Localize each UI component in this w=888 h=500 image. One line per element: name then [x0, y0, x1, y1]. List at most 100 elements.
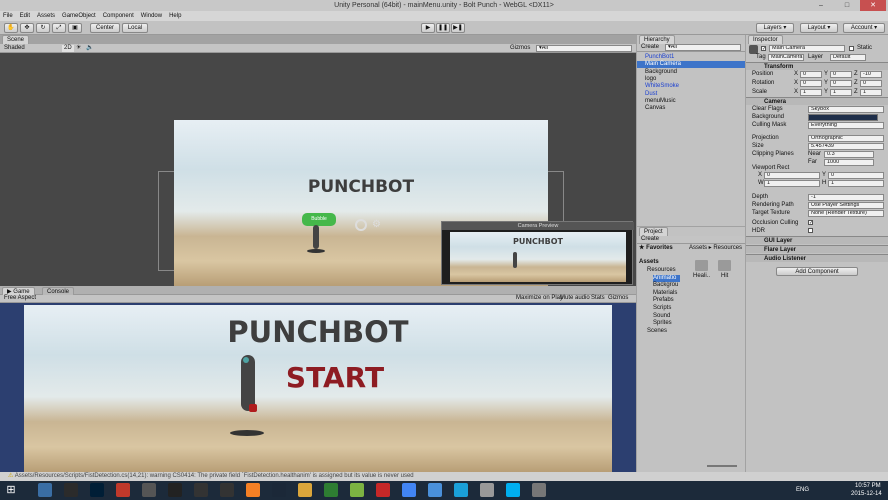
account-dropdown[interactable]: Account ▾ — [843, 23, 885, 33]
viewport-x-field[interactable]: 0 — [764, 172, 820, 179]
scene-search-input[interactable]: ▾All — [536, 45, 632, 52]
project-tree-folder[interactable]: Resources — [647, 267, 676, 274]
taskbar-app-icon[interactable] — [90, 483, 104, 497]
taskbar-app-icon[interactable] — [272, 483, 286, 497]
layout-dropdown[interactable]: Layout ▾ — [800, 23, 838, 33]
object-active-checkbox[interactable]: ✓ — [761, 46, 766, 52]
menu-file[interactable]: File — [3, 13, 13, 19]
taskbar-app-icon[interactable] — [350, 483, 364, 497]
occlusion-culling-checkbox[interactable]: ✓ — [808, 220, 813, 226]
scene-gizmos-dropdown[interactable]: Gizmos — [510, 45, 530, 52]
clock-time[interactable]: 10:57 PM — [855, 483, 881, 490]
folder-icon[interactable] — [695, 260, 708, 271]
hierarchy-item[interactable]: Main Camera — [637, 61, 745, 69]
menu-assets[interactable]: Assets — [37, 13, 55, 19]
maximize-on-play-toggle[interactable]: Maximize on Play — [516, 295, 563, 302]
tab-hierarchy[interactable]: Hierarchy — [639, 35, 675, 44]
project-create-dropdown[interactable]: Create — [641, 236, 659, 243]
object-name-field[interactable]: Main Camera — [769, 45, 845, 52]
clock-date[interactable]: 2015-12-14 — [851, 491, 882, 498]
add-component-button[interactable]: Add Component — [776, 267, 858, 276]
game-view[interactable]: PUNCHBOT START — [0, 303, 636, 472]
project-tree-folder[interactable]: Scenes — [647, 328, 667, 335]
transform-scl-x-field[interactable]: 1 — [800, 89, 822, 96]
camera-component-header[interactable]: Camera — [746, 97, 888, 105]
transform-header[interactable]: Transform — [746, 62, 888, 70]
taskbar-app-icon[interactable] — [38, 483, 52, 497]
camera-target-texture-field[interactable]: None (Render Texture) — [808, 210, 884, 217]
background-color-swatch[interactable] — [808, 114, 878, 121]
play-button[interactable]: ▶ — [421, 23, 435, 33]
hierarchy-item[interactable]: Dust — [637, 91, 745, 98]
language-indicator[interactable]: ENG — [796, 487, 809, 494]
transform-scl-z-field[interactable]: 1 — [860, 89, 882, 96]
windows-start-icon[interactable]: ⊞ — [4, 483, 18, 497]
maximize-button[interactable]: □ — [834, 0, 860, 11]
hierarchy-create-dropdown[interactable]: Create — [641, 44, 659, 51]
project-tree-folder[interactable]: Prefabs — [653, 297, 674, 304]
rect-tool-icon[interactable]: ▣ — [68, 23, 82, 33]
scene-light-icon[interactable]: ☀ — [76, 45, 81, 52]
project-tree-folder[interactable]: Sound — [653, 313, 670, 320]
taskbar-app-icon[interactable] — [376, 483, 390, 497]
transform-rot-y-field[interactable]: 0 — [830, 80, 852, 87]
scene-view[interactable]: PUNCHBOT Bubble ⚙ Camera Preview PUNCHBO… — [0, 53, 636, 286]
menu-window[interactable]: Window — [141, 13, 162, 19]
hierarchy-item[interactable]: logo — [637, 76, 745, 83]
camera-culling-mask-field[interactable]: Everything — [808, 122, 884, 129]
mute-audio-toggle[interactable]: Mute audio — [560, 295, 590, 302]
project-tree-folder[interactable]: Animatio — [653, 274, 681, 282]
pause-button[interactable]: ❚❚ — [436, 23, 450, 33]
camera-rendering-path-field[interactable]: Use Player Settings — [808, 202, 884, 209]
static-checkbox[interactable] — [849, 46, 854, 51]
taskbar-app-icon[interactable] — [402, 483, 416, 497]
tab-scene[interactable]: Scene — [2, 35, 30, 44]
move-tool-icon[interactable]: ✥ — [20, 23, 34, 33]
project-tree-folder[interactable]: Scripts — [653, 305, 671, 312]
taskbar-app-icon[interactable] — [142, 483, 156, 497]
menu-component[interactable]: Component — [103, 13, 134, 19]
layers-dropdown[interactable]: Layers ▾ — [756, 23, 794, 33]
folder-healthanim[interactable]: Heali.. — [693, 273, 710, 280]
taskbar-app-icon[interactable] — [64, 483, 78, 497]
transform-scl-y-field[interactable]: 1 — [830, 89, 852, 96]
tab-inspector[interactable]: Inspector — [748, 35, 783, 44]
rotate-tool-icon[interactable]: ↻ — [36, 23, 50, 33]
scale-tool-icon[interactable]: ⤢ — [52, 23, 66, 33]
aspect-dropdown[interactable]: Free Aspect — [4, 295, 36, 302]
minimize-button[interactable]: – — [808, 0, 834, 11]
menu-help[interactable]: Help — [169, 13, 181, 19]
project-tree-folder[interactable]: Materials — [653, 290, 677, 297]
close-button[interactable]: ✕ — [860, 0, 886, 11]
hierarchy-item[interactable]: Canvas — [637, 105, 745, 112]
transform-pos-y-field[interactable]: 0 — [830, 71, 852, 78]
hdr-checkbox[interactable] — [808, 228, 813, 233]
space-toggle[interactable]: Local — [122, 23, 148, 33]
transform-pos-x-field[interactable]: 0 — [800, 71, 822, 78]
status-bar[interactable]: ⚠ Assets/Resources/Scripts/FistDetection… — [0, 472, 888, 481]
hierarchy-item[interactable]: PunchBot1 — [637, 54, 745, 61]
viewport-h-field[interactable]: 1 — [828, 180, 884, 187]
scene-audio-icon[interactable]: 🔈 — [86, 45, 93, 52]
transform-rot-z-field[interactable]: 0 — [860, 80, 882, 87]
hand-tool-icon[interactable]: ✋ — [4, 23, 18, 33]
viewport-w-field[interactable]: 1 — [764, 180, 820, 187]
taskbar-app-icon[interactable] — [194, 483, 208, 497]
toggle-2d[interactable]: 2D — [62, 45, 74, 52]
viewport-y-field[interactable]: 0 — [828, 172, 884, 179]
taskbar-app-icon[interactable] — [116, 483, 130, 497]
layer-dropdown[interactable]: Default — [830, 54, 866, 61]
project-tree-folder[interactable]: Sprites — [653, 320, 672, 327]
near-field[interactable]: 0.3 — [824, 151, 874, 158]
folder-icon[interactable] — [718, 260, 731, 271]
hierarchy-search-input[interactable]: ▾All — [665, 44, 741, 51]
taskbar-app-icon[interactable] — [532, 483, 546, 497]
tag-dropdown[interactable]: MainCamera — [768, 54, 804, 61]
taskbar-app-icon[interactable] — [428, 483, 442, 497]
hierarchy-item[interactable]: menuMusic — [637, 98, 745, 105]
taskbar-app-icon[interactable] — [480, 483, 494, 497]
menu-edit[interactable]: Edit — [20, 13, 30, 19]
camera-size-field[interactable]: 5.457439 — [808, 143, 884, 150]
camera-clear-flags-field[interactable]: Skybox — [808, 106, 884, 113]
taskbar-app-icon[interactable] — [324, 483, 338, 497]
